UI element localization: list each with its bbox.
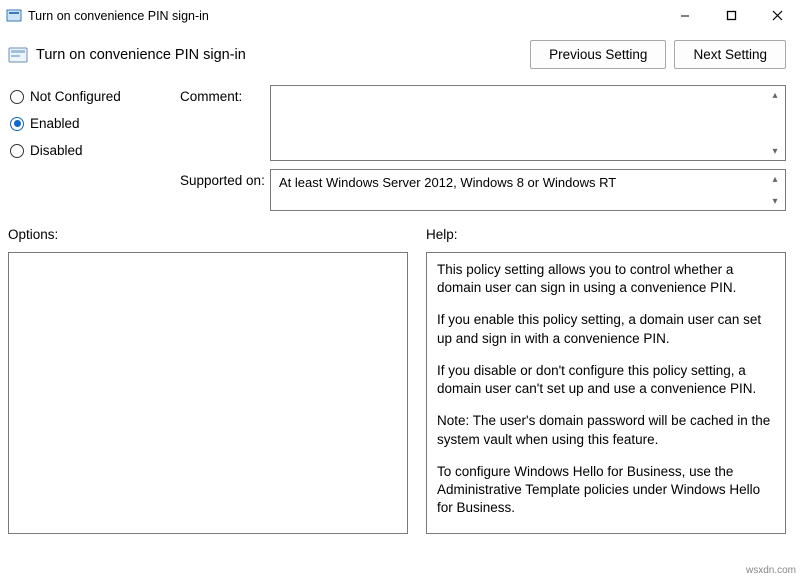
window-controls — [662, 0, 800, 32]
scroll-down-icon[interactable]: ▾ — [767, 144, 783, 158]
app-icon — [6, 8, 22, 24]
window-title: Turn on convenience PIN sign-in — [28, 9, 662, 23]
scroll-up-icon[interactable]: ▴ — [767, 88, 783, 102]
help-paragraph: If you enable this policy setting, a dom… — [437, 311, 771, 347]
help-label: Help: — [426, 227, 786, 242]
maximize-button[interactable] — [708, 0, 754, 32]
policy-icon — [8, 45, 28, 65]
titlebar: Turn on convenience PIN sign-in — [0, 0, 800, 32]
help-paragraph: To configure Windows Hello for Business,… — [437, 463, 771, 518]
supported-label: Supported on: — [180, 169, 270, 211]
radio-not-configured[interactable]: Not Configured — [10, 89, 180, 104]
radio-icon — [10, 144, 24, 158]
comment-label: Comment: — [180, 85, 270, 161]
radio-disabled[interactable]: Disabled — [10, 143, 180, 158]
options-label: Options: — [8, 227, 408, 242]
previous-setting-button[interactable]: Previous Setting — [530, 40, 666, 69]
policy-header: Turn on convenience PIN sign-in Previous… — [0, 32, 800, 79]
radio-label: Disabled — [30, 143, 83, 158]
supported-on-box: At least Windows Server 2012, Windows 8 … — [270, 169, 786, 211]
help-paragraph: This policy setting allows you to contro… — [437, 261, 771, 297]
next-setting-button[interactable]: Next Setting — [674, 40, 786, 69]
help-panel: This policy setting allows you to contro… — [426, 252, 786, 534]
options-panel — [8, 252, 408, 534]
state-radio-group: Not Configured Enabled Disabled — [10, 85, 180, 161]
help-paragraph: Note: The user's domain password will be… — [437, 412, 771, 448]
policy-title: Turn on convenience PIN sign-in — [36, 47, 530, 63]
radio-icon — [10, 90, 24, 104]
close-button[interactable] — [754, 0, 800, 32]
radio-label: Not Configured — [30, 89, 121, 104]
supported-on-text: At least Windows Server 2012, Windows 8 … — [279, 175, 616, 190]
minimize-button[interactable] — [662, 0, 708, 32]
scroll-up-icon[interactable]: ▴ — [767, 172, 783, 186]
comment-textarea[interactable]: ▴ ▾ — [270, 85, 786, 161]
radio-label: Enabled — [30, 116, 80, 131]
scroll-down-icon[interactable]: ▾ — [767, 194, 783, 208]
radio-icon — [10, 117, 24, 131]
help-paragraph: If you disable or don't configure this p… — [437, 362, 771, 398]
watermark: wsxdn.com — [746, 565, 796, 576]
radio-enabled[interactable]: Enabled — [10, 116, 180, 131]
